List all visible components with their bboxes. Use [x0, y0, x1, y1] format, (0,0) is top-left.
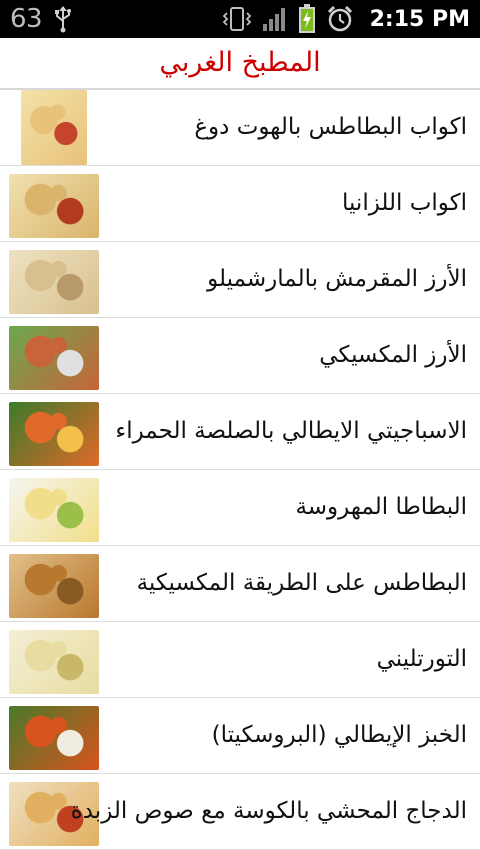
recipe-title: الاسباجيتي الايطالي بالصلصة الحمراء: [115, 418, 467, 444]
list-item[interactable]: الأرز المقرمش بالمارشميلو: [0, 242, 480, 318]
recipe-thumbnail: [9, 478, 99, 542]
recipe-thumbnail: [21, 90, 87, 165]
recipe-title: اكواب اللزانيا: [341, 190, 467, 216]
alarm-icon: [326, 5, 354, 33]
recipe-thumbnail: [9, 326, 99, 390]
list-item[interactable]: الدجاج المحشي بالكوسة مع صوص الزبدة: [0, 774, 480, 850]
list-item[interactable]: الأرز المكسيكي: [0, 318, 480, 394]
vibrate-icon: [222, 6, 252, 32]
recipe-title: الأرز المكسيكي: [319, 342, 467, 368]
status-bar: 63 2:15 PM: [0, 0, 480, 38]
recipe-list[interactable]: اكواب البطاطس بالهوت دوغ اكواب اللزانيا ال…: [0, 90, 480, 850]
list-item[interactable]: الخبز الإيطالي (البروسكيتا): [0, 698, 480, 774]
recipe-title: التورتليني: [376, 646, 467, 672]
recipe-title: البطاطس على الطريقة المكسيكية: [136, 570, 467, 596]
page-title: المطبخ الغربي: [159, 47, 321, 78]
status-time: 2:15 PM: [369, 6, 470, 32]
recipe-thumbnail: [9, 706, 99, 770]
recipe-title: الخبز الإيطالي (البروسكيتا): [211, 722, 467, 748]
recipe-thumbnail: [9, 630, 99, 694]
recipe-title: اكواب البطاطس بالهوت دوغ: [194, 114, 467, 140]
list-item[interactable]: البطاطس على الطريقة المكسيكية: [0, 546, 480, 622]
list-item[interactable]: اكواب البطاطس بالهوت دوغ: [0, 90, 480, 166]
list-item[interactable]: البطاطا المهروسة: [0, 470, 480, 546]
notification-count: 63: [10, 4, 43, 34]
list-item[interactable]: اكواب اللزانيا: [0, 166, 480, 242]
list-item[interactable]: التورتليني: [0, 622, 480, 698]
status-bar-left: 63: [10, 2, 72, 36]
recipe-thumbnail: [9, 250, 99, 314]
recipe-thumbnail: [9, 174, 99, 238]
battery-charging-icon: [298, 4, 316, 34]
recipe-thumbnail: [9, 402, 99, 466]
signal-icon: [262, 6, 288, 32]
recipe-title: الأرز المقرمش بالمارشميلو: [207, 266, 467, 292]
status-bar-right: 2:15 PM: [222, 2, 470, 36]
usb-icon: [54, 5, 72, 33]
recipe-thumbnail: [9, 554, 99, 618]
recipe-title: البطاطا المهروسة: [295, 494, 467, 520]
recipe-title: الدجاج المحشي بالكوسة مع صوص الزبدة: [70, 798, 467, 824]
list-item[interactable]: الاسباجيتي الايطالي بالصلصة الحمراء: [0, 394, 480, 470]
app-title-bar: المطبخ الغربي: [0, 38, 480, 90]
